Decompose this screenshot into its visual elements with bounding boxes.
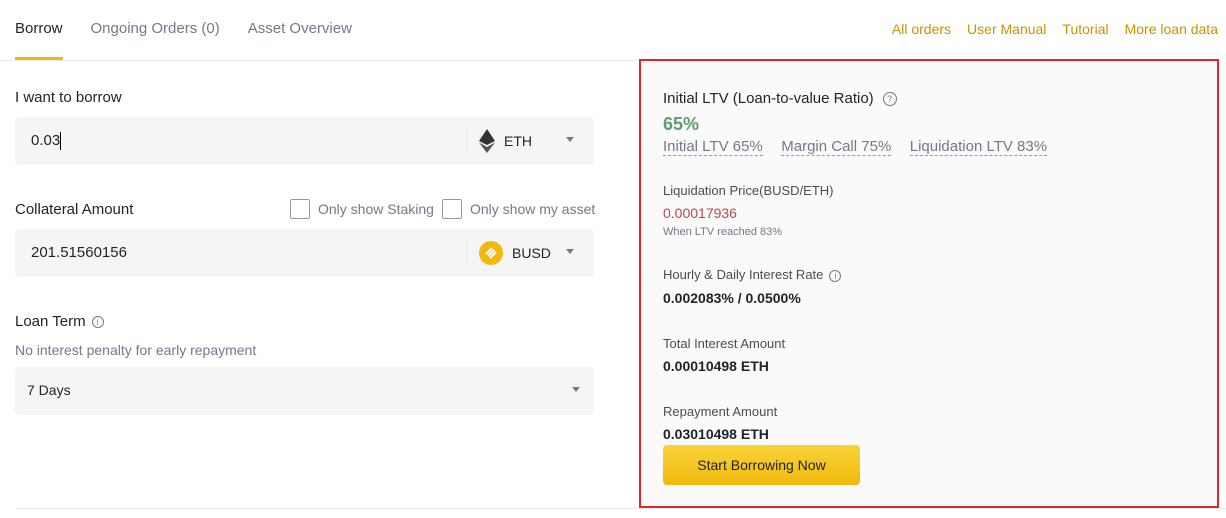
divider (15, 508, 1226, 509)
initial-ltv-link[interactable]: Initial LTV 65% (663, 138, 763, 156)
tab-bar: Borrow Ongoing Orders (0) Asset Overview (15, 0, 352, 60)
liquidation-price-label: Liquidation Price(BUSD/ETH) (663, 183, 834, 198)
info-icon[interactable]: i (91, 316, 104, 329)
tab-asset-overview[interactable]: Asset Overview (248, 0, 352, 60)
chevron-down-icon[interactable] (566, 137, 574, 142)
total-interest-value: 0.00010498 ETH (663, 358, 769, 374)
borrow-amount-value: 0.03 (31, 132, 61, 149)
eth-icon (479, 129, 495, 153)
ltv-title: Initial LTV (Loan-to-value Ratio)? (663, 90, 897, 107)
loan-term-select[interactable]: 7 Days (15, 367, 594, 415)
loan-term-note: No interest penalty for early repayment (15, 342, 257, 358)
collateral-label: Collateral Amount (15, 201, 134, 218)
collateral-coin-select[interactable]: BUSD (479, 241, 551, 265)
only-show-staking-checkbox[interactable]: Only show Staking (290, 199, 434, 219)
top-links: All orders User Manual Tutorial More loa… (892, 21, 1218, 37)
only-show-my-asset-checkbox[interactable]: Only show my asset (442, 199, 595, 219)
collateral-amount-value: 201.51560156 (31, 244, 127, 261)
repayment-label: Repayment Amount (663, 404, 778, 419)
ltv-value: 65% (663, 114, 700, 134)
borrow-coin-select[interactable]: ETH (479, 129, 532, 153)
start-borrowing-button[interactable]: Start Borrowing Now (663, 445, 860, 485)
total-interest-label: Total Interest Amount (663, 336, 786, 351)
liquidation-ltv-link[interactable]: Liquidation LTV 83% (909, 138, 1048, 156)
loan-summary-panel: Initial LTV (Loan-to-value Ratio)? 65% I… (639, 59, 1219, 508)
tutorial-link[interactable]: Tutorial (1062, 21, 1108, 37)
borrow-coin-label: ETH (504, 133, 532, 149)
info-icon[interactable]: i (829, 269, 842, 282)
tab-ongoing-orders[interactable]: Ongoing Orders (0) (91, 0, 220, 60)
margin-call-link[interactable]: Margin Call 75% (781, 138, 892, 156)
more-loan-data-link[interactable]: More loan data (1125, 21, 1218, 37)
divider (0, 60, 640, 61)
chevron-down-icon[interactable] (572, 387, 580, 392)
all-orders-link[interactable]: All orders (892, 21, 951, 37)
tab-borrow[interactable]: Borrow (15, 0, 63, 60)
borrow-amount-input[interactable]: 0.03 ETH (15, 117, 594, 165)
liquidation-note: When LTV reached 83% (663, 226, 783, 238)
help-icon[interactable]: ? (882, 92, 897, 107)
busd-icon (479, 241, 503, 265)
user-manual-link[interactable]: User Manual (967, 21, 1046, 37)
staking-label: Only show Staking (318, 201, 434, 217)
loan-term-value: 7 Days (27, 382, 71, 398)
ltv-links: Initial LTV 65% Margin Call 75% Liquidat… (663, 138, 1061, 156)
loan-term-label: Loan Term i (15, 313, 104, 330)
chevron-down-icon[interactable] (566, 249, 574, 254)
liquidation-price-value: 0.00017936 (663, 205, 737, 221)
my-asset-label: Only show my asset (470, 201, 596, 217)
interest-rate-value: 0.002083% / 0.0500% (663, 290, 801, 306)
interest-rate-label: Hourly & Daily Interest Rate i (663, 267, 842, 282)
collateral-amount-input[interactable]: 201.51560156 BUSD (15, 229, 594, 277)
borrow-label: I want to borrow (15, 89, 122, 106)
collateral-coin-label: BUSD (512, 245, 551, 261)
repayment-value: 0.03010498 ETH (663, 426, 769, 442)
